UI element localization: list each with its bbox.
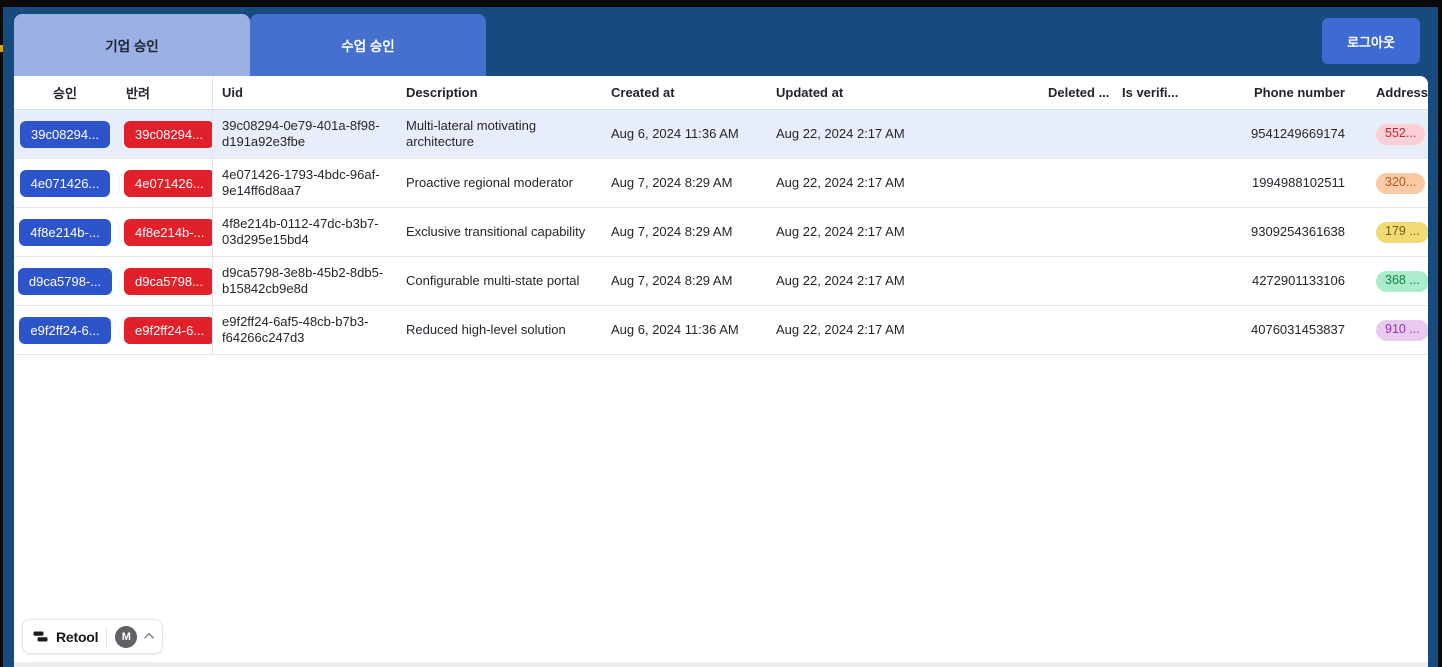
table-row[interactable]: e9f2ff24-6... e9f2ff24-6... e9f2ff24-6af… — [14, 306, 1428, 355]
description-cell: Reduced high-level solution — [406, 321, 566, 337]
chevron-up-icon[interactable] — [144, 632, 155, 643]
table-row[interactable]: d9ca5798-... d9ca5798... d9ca5798-3e8b-4… — [14, 257, 1428, 306]
col-header-updated-at[interactable]: Updated at — [767, 76, 1040, 109]
approve-button[interactable]: e9f2ff24-6... — [19, 316, 111, 344]
created-at-cell: Aug 7, 2024 8:29 AM — [611, 223, 733, 239]
table-body: 39c08294... 39c08294... 39c08294-0e79-40… — [14, 110, 1428, 355]
col-header-description[interactable]: Description — [398, 76, 602, 109]
retool-brand-label: Retool — [56, 628, 99, 645]
col-header-approve[interactable]: 승인 — [14, 76, 116, 109]
badge-divider — [106, 625, 108, 648]
col-header-uid[interactable]: Uid — [213, 76, 398, 109]
table-panel: 승인 반려 Uid Description Created at Updated… — [14, 76, 1428, 667]
table-row[interactable]: 4e071426... 4e071426... 4e071426-1793-4b… — [14, 159, 1428, 208]
horizontal-scrollbar[interactable] — [14, 662, 1428, 667]
deleted-at-cell — [1040, 306, 1114, 354]
approve-button[interactable]: 4e071426... — [19, 169, 111, 197]
col-header-address[interactable]: Address — [1355, 76, 1428, 109]
approve-button[interactable]: 39c08294... — [20, 120, 110, 148]
phone-number-cell: 9309254361638 — [1251, 223, 1345, 239]
reject-button[interactable]: 4e071426... — [124, 169, 212, 197]
uid-cell: 39c08294-0e79-401a-8f98-d191a92e3fbe — [222, 117, 380, 149]
table-header-row: 승인 반려 Uid Description Created at Updated… — [14, 76, 1428, 110]
table-row[interactable]: 39c08294... 39c08294... 39c08294-0e79-40… — [14, 110, 1428, 159]
reject-button[interactable]: d9ca5798... — [124, 267, 212, 295]
col-header-phone-number[interactable]: Phone number — [1210, 76, 1355, 109]
created-at-cell: Aug 7, 2024 8:29 AM — [611, 272, 733, 288]
phone-number-cell: 4076031453837 — [1251, 321, 1345, 337]
uid-cell: 4f8e214b-0112-47dc-b3b7-03d295e15bd4 — [222, 215, 379, 247]
deleted-at-cell — [1040, 257, 1114, 305]
reject-button[interactable]: 4f8e214b-... — [124, 218, 212, 246]
deleted-at-cell — [1040, 159, 1114, 207]
is-verified-cell — [1114, 306, 1210, 354]
deleted-at-cell — [1040, 110, 1114, 158]
app-canvas: 기업 승인 수업 승인 로그아웃 승인 반려 Uid Description C… — [3, 7, 1438, 667]
description-cell: Proactive regional moderator — [406, 174, 573, 190]
user-avatar[interactable]: M — [115, 625, 138, 648]
phone-number-cell: 1994988102511 — [1251, 174, 1345, 190]
updated-at-cell: Aug 22, 2024 2:17 AM — [776, 174, 905, 190]
created-at-cell: Aug 7, 2024 8:29 AM — [611, 174, 733, 190]
updated-at-cell: Aug 22, 2024 2:17 AM — [776, 223, 905, 239]
reject-button[interactable]: e9f2ff24-6... — [124, 316, 212, 344]
is-verified-cell — [1114, 159, 1210, 207]
tab-company-approval[interactable]: 기업 승인 — [14, 14, 250, 76]
tab-class-approval[interactable]: 수업 승인 — [250, 14, 486, 76]
is-verified-cell — [1114, 110, 1210, 158]
col-header-deleted-at[interactable]: Deleted ... — [1040, 76, 1114, 109]
updated-at-cell: Aug 22, 2024 2:17 AM — [776, 272, 905, 288]
created-at-cell: Aug 6, 2024 11:36 AM — [611, 125, 739, 141]
table-row[interactable]: 4f8e214b-... 4f8e214b-... 4f8e214b-0112-… — [14, 208, 1428, 257]
logout-button[interactable]: 로그아웃 — [1322, 18, 1420, 64]
address-tag: 179 ... — [1376, 221, 1428, 243]
col-header-is-verified[interactable]: Is verifi... — [1114, 76, 1210, 109]
address-tag: 368 ... — [1376, 270, 1428, 292]
updated-at-cell: Aug 22, 2024 2:17 AM — [776, 321, 905, 337]
approve-button[interactable]: d9ca5798-... — [17, 267, 113, 295]
tab-bar: 기업 승인 수업 승인 — [14, 14, 486, 76]
window-frame: 기업 승인 수업 승인 로그아웃 승인 반려 Uid Description C… — [0, 0, 1442, 667]
uid-cell: d9ca5798-3e8b-45b2-8db5-b15842cb9e8d — [222, 264, 384, 296]
phone-number-cell: 4272901133106 — [1251, 272, 1345, 288]
col-header-created-at[interactable]: Created at — [602, 76, 767, 109]
reject-button[interactable]: 39c08294... — [124, 120, 212, 148]
created-at-cell: Aug 6, 2024 11:36 AM — [611, 321, 739, 337]
retool-logo-icon — [33, 629, 48, 644]
description-cell: Exclusive transitional capability — [406, 223, 586, 239]
description-cell: Configurable multi-state portal — [406, 272, 580, 288]
is-verified-cell — [1114, 257, 1210, 305]
deleted-at-cell — [1040, 208, 1114, 256]
col-header-reject[interactable]: 반려 — [116, 76, 213, 109]
address-tag: 320... — [1376, 172, 1426, 194]
address-tag: 552... — [1376, 123, 1426, 145]
uid-cell: 4e071426-1793-4bdc-96af-9e14ff6d8aa7 — [222, 166, 380, 198]
approve-button[interactable]: 4f8e214b-... — [19, 218, 111, 246]
address-tag: 910 ... — [1376, 319, 1428, 341]
is-verified-cell — [1114, 208, 1210, 256]
updated-at-cell: Aug 22, 2024 2:17 AM — [776, 125, 905, 141]
uid-cell: e9f2ff24-6af5-48cb-b7b3-f64266c247d3 — [222, 313, 369, 345]
description-cell: Multi-lateral motivating architecture — [406, 117, 537, 149]
phone-number-cell: 9541249669174 — [1251, 125, 1345, 141]
retool-badge[interactable]: Retool M — [22, 619, 164, 654]
